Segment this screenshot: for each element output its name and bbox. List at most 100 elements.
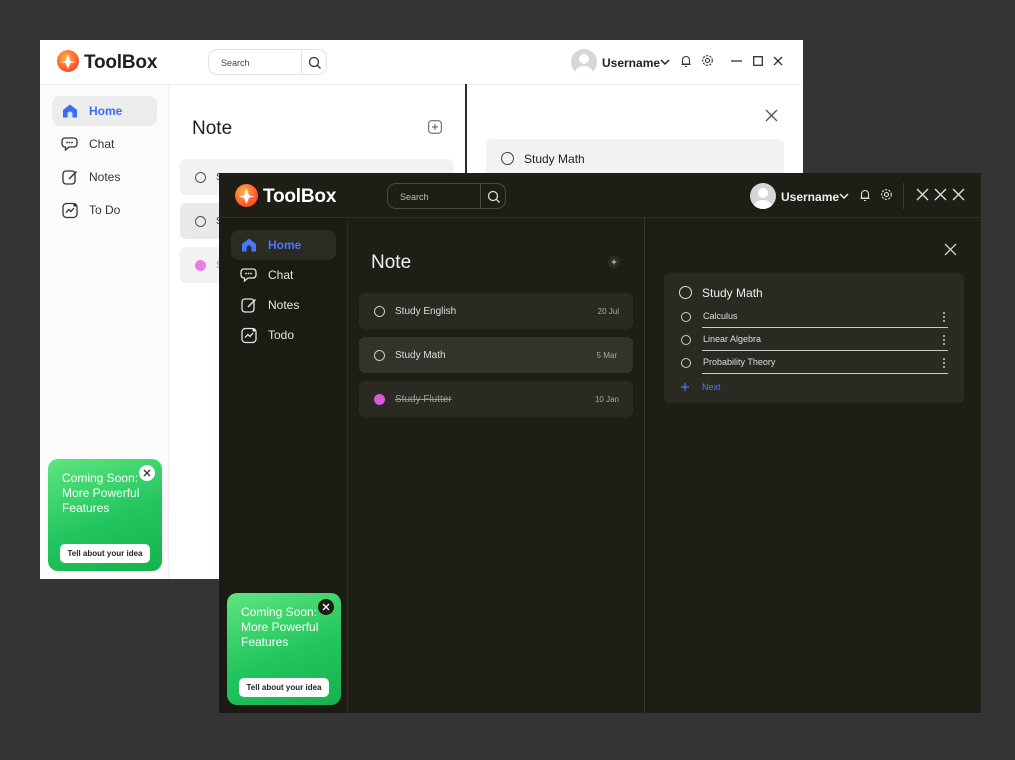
subtask-item[interactable]: Calculus — [680, 310, 948, 328]
sidebar-item-notes[interactable]: Notes — [52, 162, 157, 192]
gear-icon[interactable] — [701, 54, 714, 67]
close-icon[interactable] — [773, 56, 783, 66]
header-vertical-divider — [903, 183, 904, 209]
detail-title: Study Math — [702, 286, 763, 300]
checkbox-checked[interactable] — [195, 260, 206, 271]
list-item[interactable]: Study English 20 Jul — [359, 293, 633, 329]
detail-title: Study Math — [524, 152, 585, 166]
more-vertical-icon[interactable] — [942, 357, 946, 369]
avatar[interactable] — [750, 183, 776, 209]
sidebar-item-notes[interactable]: Notes — [231, 290, 336, 320]
checkbox[interactable] — [681, 335, 691, 345]
username[interactable]: Username — [602, 56, 660, 70]
list-item[interactable]: Study Flutter 10 Jan — [359, 381, 633, 417]
bell-icon[interactable] — [859, 188, 871, 202]
list-item-date: 5 Mar — [596, 351, 617, 360]
add-note-icon[interactable] — [428, 120, 442, 134]
checkbox[interactable] — [681, 358, 691, 368]
list-item[interactable]: Study Math 5 Mar — [359, 337, 633, 373]
todo-icon — [241, 327, 257, 344]
notes-icon — [62, 170, 78, 185]
chat-icon — [240, 268, 257, 283]
tell-idea-button[interactable]: Tell about your idea — [239, 678, 329, 697]
search-input[interactable]: Search — [221, 58, 250, 68]
plus-icon — [681, 383, 689, 391]
add-next-button[interactable]: Next — [680, 380, 721, 394]
search-input[interactable]: Search — [400, 192, 429, 202]
promo-close-button[interactable] — [318, 599, 334, 615]
more-vertical-icon[interactable] — [942, 311, 946, 323]
checkbox[interactable] — [195, 216, 206, 227]
maximize-icon[interactable] — [934, 188, 947, 201]
subtask-underline — [702, 350, 948, 351]
subtask-label: Linear Algebra — [703, 334, 762, 344]
sidebar-item-home[interactable]: Home — [52, 96, 157, 126]
home-icon — [63, 104, 77, 118]
checkbox[interactable] — [679, 286, 692, 299]
list-item-date: 10 Jan — [594, 395, 619, 404]
subtask-item[interactable]: Probability Theory — [680, 356, 948, 374]
promo-text: Coming Soon: More Powerful Features — [62, 471, 140, 515]
toolbox-logo-icon — [235, 184, 258, 207]
notes-icon — [241, 298, 257, 313]
close-icon — [143, 469, 151, 477]
toolbox-logo-icon — [57, 50, 79, 72]
promo-close-button[interactable] — [139, 465, 155, 481]
sidebar-item-label: Home — [89, 104, 123, 118]
promo-card: Coming Soon: More Powerful Features Tell… — [48, 459, 162, 571]
app-logo-text: ToolBox — [263, 186, 337, 207]
tell-idea-button[interactable]: Tell about your idea — [60, 544, 150, 563]
sidebar-item-chat[interactable]: Chat — [52, 129, 157, 159]
page-title: Note — [192, 118, 233, 139]
avatar[interactable] — [571, 49, 597, 75]
add-next-label: Next — [702, 382, 721, 392]
search-icon[interactable] — [308, 56, 322, 70]
list-item-title: Study English — [395, 306, 457, 317]
search-divider — [480, 184, 481, 208]
home-icon — [242, 238, 256, 252]
sidebar-item-label: Chat — [268, 268, 294, 282]
todo-icon — [62, 202, 78, 219]
more-vertical-icon[interactable] — [942, 334, 946, 346]
detail-card: Study Math Calculus Linear Algebra Proba… — [664, 273, 964, 403]
promo-card: Coming Soon: More Powerful Features Tell… — [227, 593, 341, 705]
add-note-icon[interactable] — [607, 255, 621, 269]
checkbox[interactable] — [501, 152, 514, 165]
chevron-down-icon[interactable] — [839, 193, 849, 200]
gear-icon[interactable] — [880, 188, 893, 201]
subtask-underline — [702, 327, 948, 328]
subtask-item[interactable]: Linear Algebra — [680, 333, 948, 351]
dark-window: ToolBox Search Username Home Chat Notes … — [219, 173, 981, 713]
pane-divider — [644, 218, 645, 713]
checkbox[interactable] — [374, 350, 385, 361]
close-icon[interactable] — [952, 188, 965, 201]
search-box[interactable]: Search — [387, 183, 506, 209]
minimize-icon[interactable] — [731, 60, 742, 62]
subtask-underline — [702, 373, 948, 374]
bell-icon[interactable] — [680, 54, 692, 68]
sidebar-item-label: Notes — [89, 170, 121, 184]
close-detail-icon[interactable] — [765, 109, 778, 122]
promo-text: Coming Soon: More Powerful Features — [241, 605, 319, 649]
minimize-icon[interactable] — [916, 188, 929, 201]
list-item-title: Study Math — [395, 350, 446, 361]
page-title: Note — [371, 252, 412, 273]
list-item-title: Study Flutter — [395, 394, 452, 405]
sidebar-item-chat[interactable]: Chat — [231, 260, 336, 290]
search-box[interactable]: Search — [208, 49, 327, 75]
checkbox-checked[interactable] — [374, 394, 385, 405]
maximize-icon[interactable] — [753, 56, 763, 66]
checkbox[interactable] — [195, 172, 206, 183]
chevron-down-icon[interactable] — [660, 59, 670, 66]
sidebar-item-label: Chat — [89, 137, 115, 151]
sidebar-item-todo[interactable]: To Do — [52, 195, 157, 225]
chat-icon — [61, 137, 78, 152]
sidebar-item-label: Todo — [268, 328, 295, 342]
sidebar-item-home[interactable]: Home — [231, 230, 336, 260]
checkbox[interactable] — [681, 312, 691, 322]
checkbox[interactable] — [374, 306, 385, 317]
search-icon[interactable] — [487, 190, 501, 204]
sidebar-item-todo[interactable]: Todo — [231, 320, 336, 350]
close-detail-icon[interactable] — [944, 243, 957, 256]
username[interactable]: Username — [781, 190, 839, 204]
